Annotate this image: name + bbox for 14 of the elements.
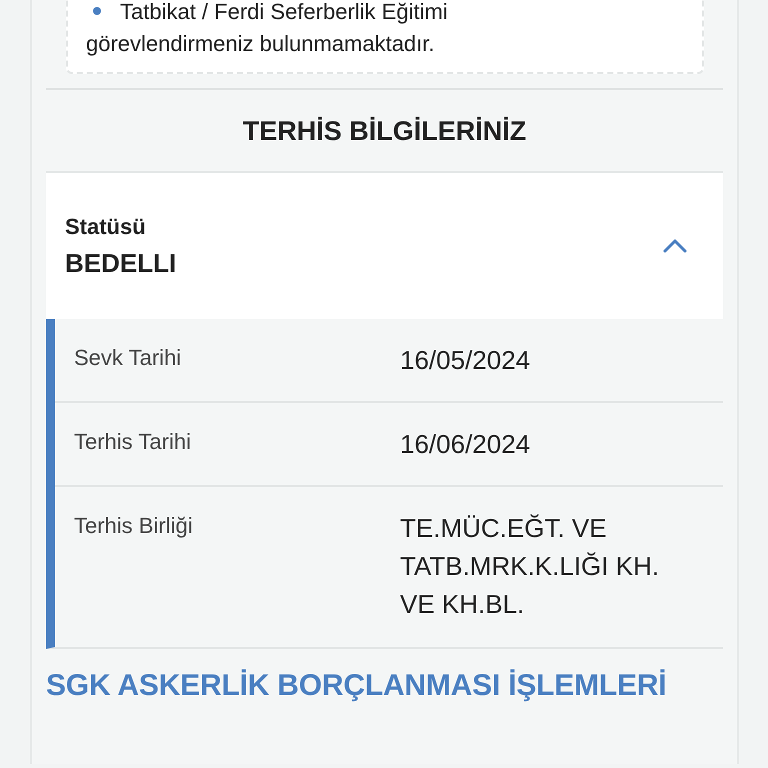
notice-text: Tatbikat / Ferdi Seferberlik Eğitimi xyxy=(120,0,448,24)
section-title: SGK ASKERLİK BORÇLANMASI İŞLEMLERİ xyxy=(46,669,668,703)
status-value: BEDELLI xyxy=(65,248,176,278)
field-label: Sevk Tarihi xyxy=(74,345,182,372)
field-label: Terhis Birliği xyxy=(74,513,194,540)
field-value: 16/05/2024 xyxy=(400,344,532,377)
status-label: Statüsü xyxy=(65,214,147,240)
chevron-icon[interactable] xyxy=(663,239,687,253)
status-accordion-header[interactable]: Statüsü BEDELLI xyxy=(46,173,723,319)
notice-text: görevlendirmeniz bulunmamaktadır. xyxy=(86,31,435,56)
field-label: Terhis Tarihi xyxy=(74,429,192,456)
bullet-icon xyxy=(93,7,101,16)
field-value: TE.MÜC.EĞT. VE TATB.MRK.K.LIĞI KH. VE KH.BL. xyxy=(400,512,660,621)
field-value: 16/06/2024 xyxy=(400,428,532,461)
